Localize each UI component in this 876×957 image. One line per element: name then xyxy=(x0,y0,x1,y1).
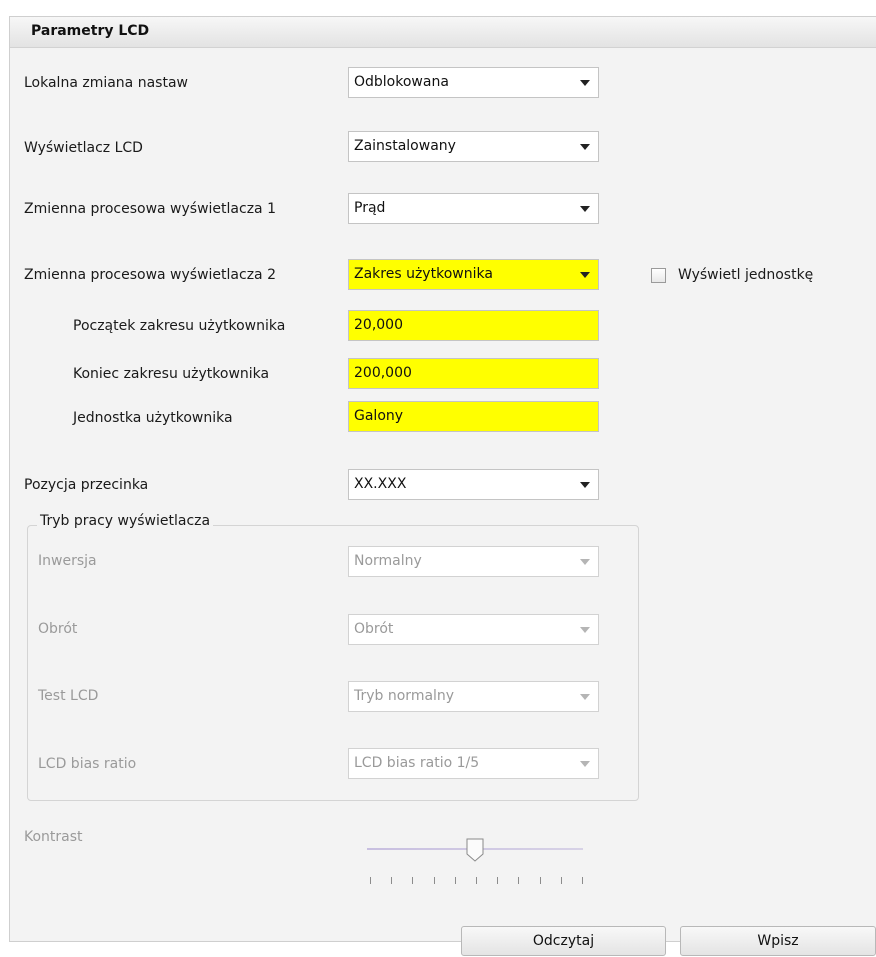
decimal-pos-select[interactable]: XX.XXX xyxy=(348,469,599,500)
bias-value: LCD bias ratio 1/5 xyxy=(354,755,480,771)
slider-tick xyxy=(454,877,456,884)
bias-label: LCD bias ratio xyxy=(38,756,137,772)
range-end-label: Koniec zakresu użytkownika xyxy=(73,366,270,382)
pv2-value: Zakres użytkownika xyxy=(354,266,493,282)
range-start-label: Początek zakresu użytkownika xyxy=(73,318,286,334)
lcd-display-select[interactable]: Zainstalowany xyxy=(348,131,599,162)
chevron-down-icon xyxy=(580,559,590,565)
user-unit-value: Galony xyxy=(354,408,404,424)
slider-tick xyxy=(582,877,583,884)
decimal-pos-value: XX.XXX xyxy=(354,476,407,492)
chevron-down-icon xyxy=(580,482,590,488)
range-start-input[interactable]: 20,000 xyxy=(348,310,599,341)
slider-tick xyxy=(370,877,371,884)
slider-tick xyxy=(518,877,520,884)
rotation-label: Obrót xyxy=(38,621,78,637)
pv2-label: Zmienna procesowa wyświetlacza 2 xyxy=(24,267,276,283)
user-unit-label: Jednostka użytkownika xyxy=(73,410,233,426)
lcd-test-label: Test LCD xyxy=(38,688,99,704)
slider-tick xyxy=(497,877,499,884)
contrast-slider-thumb[interactable] xyxy=(466,838,484,862)
chevron-down-icon xyxy=(580,272,590,278)
slider-tick xyxy=(476,877,477,884)
lcd-display-label: Wyświetlacz LCD xyxy=(24,140,143,156)
show-unit-label: Wyświetl jednostkę xyxy=(678,267,814,283)
lcd-display-value: Zainstalowany xyxy=(354,138,456,154)
decimal-pos-label: Pozycja przecinka xyxy=(24,477,149,493)
pv1-value: Prąd xyxy=(354,200,386,216)
user-unit-input[interactable]: Galony xyxy=(348,401,599,432)
chevron-down-icon xyxy=(580,80,590,86)
panel-title: Parametry LCD xyxy=(31,23,150,39)
chevron-down-icon xyxy=(580,627,590,633)
display-mode-legend: Tryb pracy wyświetlacza xyxy=(37,513,214,529)
slider-tick xyxy=(391,877,393,884)
range-end-input[interactable]: 200,000 xyxy=(348,358,599,389)
local-change-label: Lokalna zmiana nastaw xyxy=(24,75,188,91)
slider-tick xyxy=(412,877,414,884)
inversion-value: Normalny xyxy=(354,553,422,569)
range-end-value: 200,000 xyxy=(354,365,412,381)
slider-tick xyxy=(560,877,562,884)
chevron-down-icon xyxy=(580,761,590,767)
inversion-select[interactable]: Normalny xyxy=(348,546,599,577)
local-change-value: Odblokowana xyxy=(354,74,449,90)
rotation-select[interactable]: Obrót xyxy=(348,614,599,645)
inversion-label: Inwersja xyxy=(38,553,97,569)
lcd-test-select[interactable]: Tryb normalny xyxy=(348,681,599,712)
range-start-value: 20,000 xyxy=(354,317,403,333)
lcd-test-value: Tryb normalny xyxy=(354,688,455,704)
slider-tick xyxy=(539,877,541,884)
pv2-select[interactable]: Zakres użytkownika xyxy=(348,259,599,290)
contrast-label: Kontrast xyxy=(24,829,83,845)
pv1-label: Zmienna procesowa wyświetlacza 1 xyxy=(24,201,276,217)
write-button[interactable]: Wpisz xyxy=(680,926,876,956)
chevron-down-icon xyxy=(580,144,590,150)
chevron-down-icon xyxy=(580,206,590,212)
checkbox-box[interactable] xyxy=(651,268,666,283)
slider-tick xyxy=(433,877,435,884)
pv1-select[interactable]: Prąd xyxy=(348,193,599,224)
panel-header: Parametry LCD xyxy=(10,17,876,48)
bias-select[interactable]: LCD bias ratio 1/5 xyxy=(348,748,599,779)
read-button[interactable]: Odczytaj xyxy=(461,926,666,956)
contrast-ticks xyxy=(370,877,583,884)
chevron-down-icon xyxy=(580,694,590,700)
rotation-value: Obrót xyxy=(354,621,394,637)
local-change-select[interactable]: Odblokowana xyxy=(348,67,599,98)
